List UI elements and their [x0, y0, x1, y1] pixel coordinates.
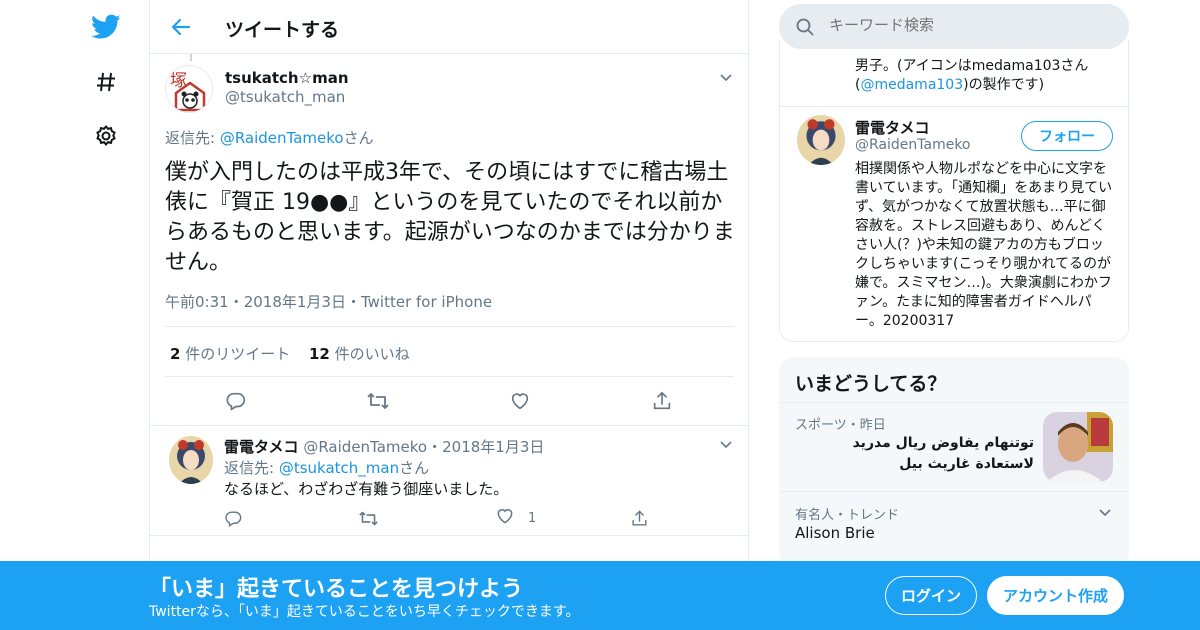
reply-tweet[interactable]: 雷電タメコ @RaidenTameko・2018年1月3日 返信先: @tsuk… [150, 426, 748, 536]
retweet-icon[interactable] [358, 508, 379, 528]
back-arrow-icon[interactable] [166, 12, 196, 42]
search-icon [795, 17, 815, 41]
retweet-label: 件のリツイート [185, 345, 291, 363]
avatar[interactable] [797, 115, 845, 165]
separator: ・ [345, 293, 361, 311]
signup-button[interactable]: アカウント作成 [987, 576, 1124, 615]
app: ツイートする 塚 tsukatch☆man @tsukatch_man 返信先:… [0, 0, 1200, 630]
banner-title: 「いま」起きていることを見つけよう [149, 577, 524, 602]
chevron-down-icon[interactable] [718, 436, 734, 452]
divider [780, 106, 1128, 107]
reply-icon[interactable] [224, 389, 248, 413]
tweet-text: 僕が入門したのは平成3年で、その頃にはすでに稽古場土俵に『賀正 19●●』という… [165, 160, 735, 275]
signup-banner: 「いま」起きていることを見つけよう Twitterなら、「いま」起きていることを… [0, 561, 1200, 630]
profile-handle[interactable]: @RaidenTameko [855, 137, 971, 153]
bio-mention-link[interactable]: @medama103 [860, 77, 963, 93]
search-input[interactable] [829, 16, 1109, 34]
chevron-down-icon[interactable] [718, 69, 734, 85]
reply-to-suffix: さん [343, 129, 374, 147]
share-icon[interactable] [650, 389, 674, 413]
retweet-icon[interactable] [366, 389, 390, 413]
like-count: 1 [528, 510, 537, 526]
reply-to-link[interactable]: @tsukatch_man [279, 459, 399, 477]
trend-meta: 有名人・トレンド [795, 508, 900, 523]
tweet-actions [150, 389, 748, 413]
main-column: ツイートする 塚 tsukatch☆man @tsukatch_man 返信先:… [149, 0, 749, 630]
reply-text: なるほど、わざわざ有難う御座いました。 [224, 480, 509, 498]
reply-author-name[interactable]: 雷電タメコ [224, 438, 299, 456]
chevron-down-icon[interactable] [1097, 504, 1113, 520]
avatar[interactable] [169, 436, 213, 484]
avatar[interactable]: 塚 [165, 65, 213, 113]
page-title: ツイートする [225, 19, 340, 41]
login-button[interactable]: ログイン [885, 576, 977, 615]
trend-thumbnail-image [1043, 412, 1113, 482]
like-count: 12 [309, 345, 330, 363]
reply-to-link[interactable]: @RaidenTameko [220, 129, 344, 147]
hashtag-icon[interactable] [86, 62, 126, 102]
reply-to-prefix: 返信先: [224, 459, 279, 477]
like-label: 件のいいね [334, 345, 410, 363]
header: ツイートする [150, 0, 748, 54]
banner-subtitle: Twitterなら、「いま」起きていることをいち早くチェックできます。 [149, 604, 580, 620]
reply-date[interactable]: 2018年1月3日 [442, 438, 544, 456]
reply-to: 返信先: @tsukatch_manさん [224, 457, 429, 478]
settings-gear-icon[interactable] [86, 116, 126, 156]
focal-tweet: 塚 tsukatch☆man @tsukatch_man 返信先: @Raide… [150, 54, 748, 426]
separator: ・ [228, 293, 244, 311]
bio-line: 男子。(アイコンはmedama103さん [855, 58, 1089, 74]
profile-name[interactable]: 雷電タメコ [855, 117, 930, 138]
trend-item[interactable]: 有名人・トレンド Alison Brie [779, 491, 1129, 557]
like-heart-icon[interactable] [508, 389, 532, 413]
author-name[interactable]: tsukatch☆man [225, 69, 349, 87]
trend-text: لاستعادة غاريث بيل [899, 456, 1034, 472]
tweet-meta: 午前0:31・2018年1月3日・Twitter for iPhone [165, 291, 492, 312]
separator: ・ [427, 438, 443, 456]
tweet-date[interactable]: 2018年1月3日 [244, 293, 346, 311]
twitter-logo-icon[interactable] [86, 7, 126, 47]
relevant-people-card: ナ。にまがする為に観戦します。 温泉的 男子。(アイコンはmedama103さん… [779, 40, 1129, 342]
like-button[interactable]: 1 [495, 508, 536, 528]
trends-panel: いまどうしてる？ スポーツ・昨日 توتنهام يفاوض ريال مدري… [779, 357, 1129, 567]
retweet-count: 2 [170, 345, 181, 363]
trend-text: Alison Brie [795, 524, 875, 542]
tweet-stats: 2 件のリツイート 12 件のいいね [165, 326, 734, 377]
bio-paren-close: )の製作です) [963, 77, 1045, 93]
like-stat[interactable]: 12 件のいいね [309, 343, 410, 364]
follow-button[interactable]: フォロー [1021, 121, 1113, 151]
reply-author-handle[interactable]: @RaidenTameko [303, 438, 427, 456]
trend-text: توتنهام يفاوض ريال مدريد [852, 435, 1034, 451]
retweet-stat[interactable]: 2 件のリツイート [170, 343, 290, 364]
like-heart-icon [495, 506, 515, 530]
reply-header: 雷電タメコ @RaidenTameko・2018年1月3日 [224, 436, 544, 457]
reply-to-suffix: さん [399, 459, 430, 477]
search-bar [779, 4, 1129, 49]
share-icon[interactable] [630, 508, 649, 528]
reply-icon[interactable] [224, 508, 243, 528]
profile-bio: 相撲関係や人物ルポなどを中心に文字を書いています。「通知欄」をあまり見ていず、気… [855, 161, 1113, 329]
reply-to-prefix: 返信先: [165, 129, 220, 147]
author-handle[interactable]: @tsukatch_man [225, 88, 345, 106]
tweet-time[interactable]: 午前0:31 [165, 293, 229, 311]
trend-item[interactable]: スポーツ・昨日 توتنهام يفاوض ريال مدريد لاستعاد… [779, 402, 1129, 491]
bio-line: (@medama103)の製作です) [855, 76, 1120, 95]
tweet-source: Twitter for iPhone [360, 293, 493, 311]
trend-meta: スポーツ・昨日 [795, 418, 886, 433]
reply-to: 返信先: @RaidenTamekoさん [165, 127, 374, 148]
trends-title: いまどうしてる？ [795, 373, 947, 395]
thread-connector [190, 54, 192, 61]
